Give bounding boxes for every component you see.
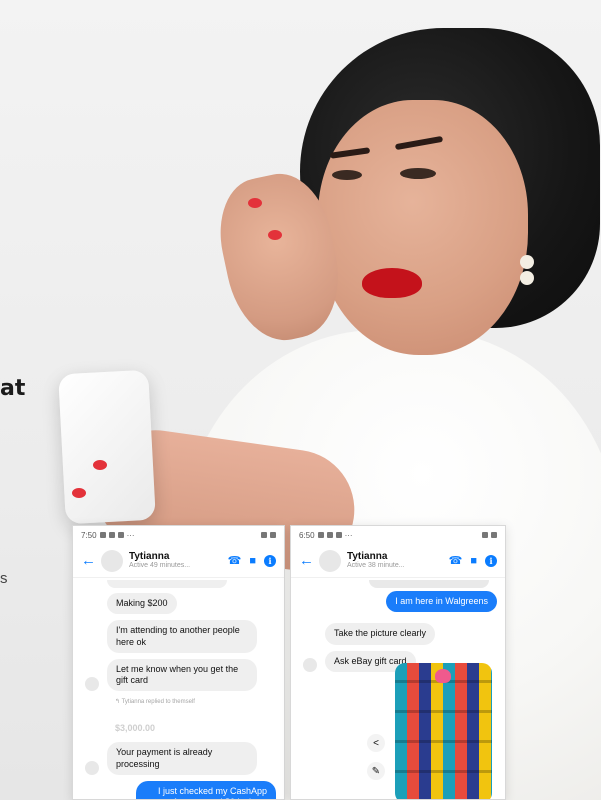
notification-icon bbox=[317, 532, 324, 538]
signal-icon bbox=[482, 532, 488, 538]
message-row: Making $200 bbox=[81, 590, 276, 617]
phone-call-icon[interactable]: ☎ bbox=[449, 554, 463, 567]
phone-call-icon[interactable]: ☎ bbox=[228, 554, 242, 567]
chat-screenshot-right: 6:50 ··· ← Tytianna Active 38 minute... … bbox=[290, 525, 506, 800]
video-call-icon[interactable]: ■ bbox=[470, 555, 477, 567]
red-nail bbox=[248, 198, 262, 208]
eye-right bbox=[400, 168, 436, 179]
notification-icon bbox=[99, 532, 106, 538]
contact-name[interactable]: Tytianna bbox=[347, 551, 449, 563]
incoming-message[interactable]: Your payment is already processing bbox=[107, 742, 257, 775]
notification-icon bbox=[335, 532, 342, 538]
message-row: Your payment is already processing bbox=[81, 739, 276, 778]
battery-icon bbox=[270, 532, 276, 538]
chat-screenshot-left: 7:50 ··· ← Tytianna Active 49 minutes...… bbox=[72, 525, 285, 800]
status-time: 7:50 bbox=[81, 530, 97, 540]
message-row: I am here in Walgreens bbox=[299, 591, 497, 613]
payment-amount: $3,000.00 bbox=[115, 723, 156, 734]
sender-avatar bbox=[85, 677, 99, 692]
gift-card-rack-image[interactable] bbox=[395, 663, 492, 799]
avatar[interactable] bbox=[319, 549, 341, 572]
notification-icon bbox=[117, 532, 124, 538]
incoming-message[interactable]: Take the picture clearly bbox=[325, 623, 436, 645]
cut-off-bubble bbox=[107, 580, 227, 588]
red-nail bbox=[268, 230, 282, 240]
sender-avatar bbox=[85, 760, 99, 775]
back-arrow-icon[interactable]: ← bbox=[81, 552, 97, 569]
incoming-message[interactable]: I'm attending to another people here ok bbox=[107, 620, 257, 653]
status-bar: 7:50 ··· bbox=[73, 526, 284, 544]
notification-icon bbox=[326, 532, 333, 538]
pearl-earring bbox=[520, 255, 534, 269]
message-list: Making $200 I'm attending to another peo… bbox=[73, 578, 284, 799]
video-call-icon[interactable]: ■ bbox=[249, 555, 256, 567]
message-row: Let me know when you get the gift card bbox=[81, 656, 276, 695]
info-icon[interactable]: i bbox=[485, 554, 497, 567]
eye-left bbox=[332, 170, 362, 180]
red-nail bbox=[72, 488, 86, 498]
more-notifications-icon: ··· bbox=[126, 530, 135, 540]
battery-icon bbox=[491, 532, 497, 538]
chat-header: ← Tytianna Active 49 minutes... ☎ ■ i bbox=[73, 544, 284, 578]
incoming-message[interactable]: Making $200 bbox=[107, 593, 177, 615]
notification-icon bbox=[108, 532, 115, 538]
message-row: Take the picture clearly bbox=[299, 620, 497, 647]
chat-header: ← Tytianna Active 38 minute... ☎ ■ i bbox=[291, 544, 505, 578]
status-time: 6:50 bbox=[299, 530, 315, 540]
more-notifications-icon: ··· bbox=[344, 530, 353, 540]
status-bar: 6:50 ··· bbox=[291, 526, 505, 544]
lips bbox=[362, 268, 422, 298]
active-status: Active 38 minute... bbox=[347, 562, 405, 570]
info-icon[interactable]: i bbox=[264, 554, 276, 567]
active-status: Active 49 minutes... bbox=[129, 562, 191, 570]
signal-icon bbox=[261, 532, 267, 538]
message-row: I just checked my CashApp Account and $0… bbox=[81, 780, 276, 799]
back-arrow-icon[interactable]: ← bbox=[299, 552, 315, 569]
sender-avatar bbox=[303, 657, 317, 672]
heart-gift-card bbox=[435, 669, 451, 683]
message-row: I'm attending to another people here ok bbox=[81, 617, 276, 656]
contact-name[interactable]: Tytianna bbox=[129, 551, 228, 563]
share-icon[interactable]: < bbox=[367, 734, 385, 752]
white-phone bbox=[58, 369, 156, 525]
incoming-message[interactable]: Let me know when you get the gift card bbox=[107, 658, 257, 692]
headline-fragment: at bbox=[0, 376, 26, 401]
avatar[interactable] bbox=[101, 549, 123, 572]
outgoing-message[interactable]: I am here in Walgreens bbox=[386, 591, 497, 613]
outgoing-message[interactable]: I just checked my CashApp Account and $0… bbox=[136, 780, 276, 799]
red-nail bbox=[93, 460, 107, 470]
text-fragment: s bbox=[0, 570, 8, 587]
reply-note: ↰ Tytianna replied to themself bbox=[115, 699, 195, 706]
cut-off-bubble bbox=[369, 580, 489, 588]
edit-icon[interactable]: ✎ bbox=[367, 762, 385, 780]
